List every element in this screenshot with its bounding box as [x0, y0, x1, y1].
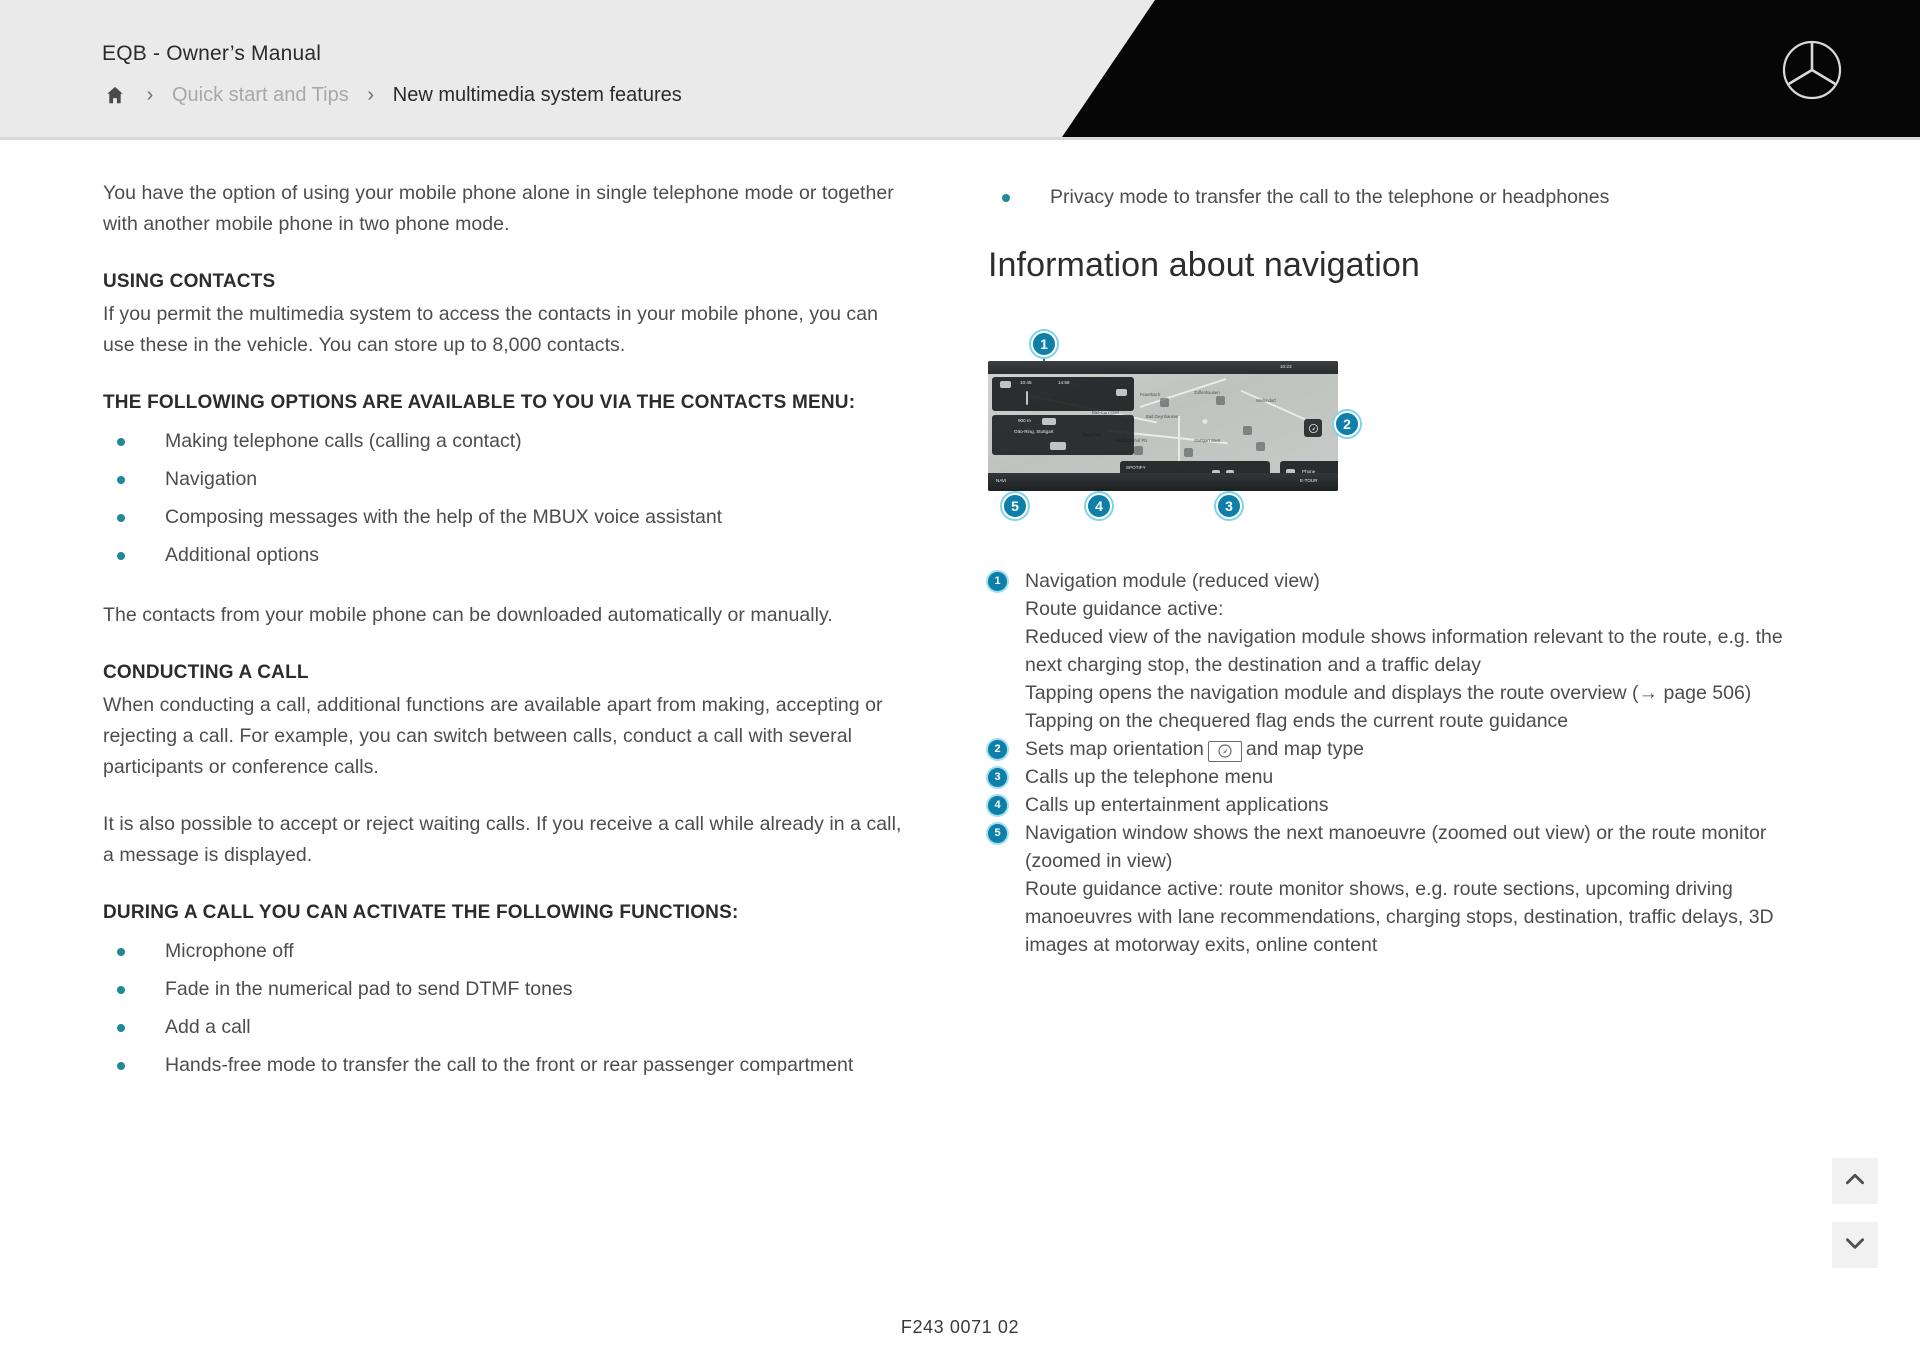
intro-paragraph: You have the option of using your mobile…	[103, 182, 894, 235]
privacy-mode-list: Privacy mode to transfer the call to the…	[988, 178, 1800, 216]
callout-2: 2	[1334, 411, 1360, 437]
list-item: Fade in the numerical pad to send DTMF t…	[103, 970, 915, 1008]
legend-5-line-2: Route guidance active: route monitor sho…	[1025, 878, 1774, 956]
legend-badge-5: 5	[988, 824, 1007, 843]
legend-5-line-1: Navigation window shows the next manoeuv…	[1025, 822, 1767, 872]
breadcrumb-separator-1: ›	[146, 83, 154, 106]
heading-contacts-menu-options: THE FOLLOWING OPTIONS ARE AVAILABLE TO Y…	[103, 392, 856, 413]
legend-badge-1: 1	[988, 572, 1007, 591]
list-item: Making telephone calls (calling a contac…	[103, 422, 915, 460]
chevron-down-icon	[1842, 1230, 1868, 1261]
heading-using-contacts: USING CONTACTS	[103, 271, 276, 292]
scroll-down-button[interactable]	[1832, 1222, 1878, 1268]
list-item: Microphone off	[103, 932, 915, 970]
page-title: Information about navigation	[988, 246, 1420, 284]
document-code: F243 0071 02	[900, 1317, 1020, 1337]
legend-badge-4: 4	[988, 796, 1007, 815]
legend-3-line-1: Calls up the telephone menu	[1025, 766, 1274, 788]
mercedes-benz-star-icon	[1780, 38, 1844, 102]
map-orientation-button[interactable]	[1304, 419, 1322, 437]
legend-1-line-1: Navigation module (reduced view)	[1025, 570, 1320, 592]
legend-badge-2: 2	[988, 740, 1007, 759]
mbux-navigation-screen-figure: Feuerbach Zuffenhausen Bad-Cannstatt Bad…	[988, 331, 1708, 539]
list-item: Composing messages with the help of the …	[103, 498, 915, 536]
download-note-paragraph: The contacts from your mobile phone can …	[103, 604, 833, 626]
legend-2-text-after: and map type	[1245, 738, 1365, 760]
legend-1-line-2: Route guidance active:	[1025, 598, 1224, 620]
breadcrumb-separator-2: ›	[367, 83, 375, 106]
list-item: Hands-free mode to transfer the call to …	[103, 1046, 915, 1084]
manual-title: EQB - Owner’s Manual	[102, 42, 322, 65]
mbux-screen: Feuerbach Zuffenhausen Bad-Cannstatt Bad…	[988, 361, 1338, 491]
navigation-window-next-manoeuvre[interactable]: 900 m Otto-Ring, Stuttgart	[992, 415, 1134, 455]
figure-legend: 1 Navigation module (reduced view) Route…	[988, 567, 1800, 959]
page-body: You have the option of using your mobile…	[0, 140, 1920, 1358]
scroll-up-button[interactable]	[1832, 1158, 1878, 1204]
callout-4: 4	[1086, 493, 1112, 519]
using-contacts-body: If you permit the multimedia system to a…	[103, 303, 879, 356]
conducting-call-paragraph-1: When conducting a call, additional funct…	[103, 694, 883, 778]
legend-1-line-5: Tapping on the chequered flag ends the c…	[1025, 710, 1569, 732]
legend-1-line-4: Tapping opens the navigation module and …	[1025, 682, 1752, 704]
legend-2-text-before: Sets map orientation	[1025, 738, 1204, 760]
legend-1-line-3: Reduced view of the navigation module sh…	[1025, 626, 1783, 676]
during-call-list: Microphone off Fade in the numerical pad…	[103, 932, 915, 1084]
chevron-up-icon	[1842, 1166, 1868, 1197]
bottom-bar: NAVI E-TOUR	[988, 473, 1338, 491]
list-item: Privacy mode to transfer the call to the…	[988, 178, 1800, 216]
callout-5: 5	[1002, 493, 1028, 519]
status-bar: 10:23	[988, 361, 1338, 374]
heading-during-a-call: DURING A CALL YOU CAN ACTIVATE THE FOLLO…	[103, 902, 739, 923]
left-text-column: You have the option of using your mobile…	[103, 178, 915, 1110]
page-header: EQB - Owner’s Manual › Quick start and T…	[0, 0, 1920, 140]
legend-item-1: 1 Navigation module (reduced view) Route…	[988, 567, 1800, 735]
legend-item-4: 4 Calls up entertainment applications	[988, 791, 1800, 819]
legend-item-5: 5 Navigation window shows the next manoe…	[988, 819, 1800, 959]
map-orientation-compass-icon	[1207, 740, 1242, 762]
list-item: Navigation	[103, 460, 915, 498]
callout-1: 1	[1031, 331, 1057, 357]
legend-4-line-1: Calls up entertainment applications	[1025, 794, 1329, 816]
heading-conducting-a-call: CONDUCTING A CALL	[103, 662, 309, 683]
breadcrumb-parent-link[interactable]: Quick start and Tips	[172, 84, 349, 107]
legend-item-2: 2 Sets map orientation and map type	[988, 735, 1800, 763]
conducting-call-paragraph-2: It is also possible to accept or reject …	[103, 813, 902, 866]
right-text-column: Privacy mode to transfer the call to the…	[988, 178, 1800, 959]
legend-badge-3: 3	[988, 768, 1007, 787]
breadcrumb: › Quick start and Tips › New multimedia …	[102, 82, 682, 108]
breadcrumb-current-page: New multimedia system features	[392, 83, 682, 106]
list-item: Additional options	[103, 536, 915, 574]
home-icon[interactable]	[102, 82, 128, 108]
contacts-menu-list: Making telephone calls (calling a contac…	[103, 422, 915, 574]
list-item: Add a call	[103, 1008, 915, 1046]
navigation-module-reduced-view[interactable]: 10:45 14:58	[992, 377, 1134, 411]
callout-3: 3	[1216, 493, 1242, 519]
legend-item-3: 3 Calls up the telephone menu	[988, 763, 1800, 791]
